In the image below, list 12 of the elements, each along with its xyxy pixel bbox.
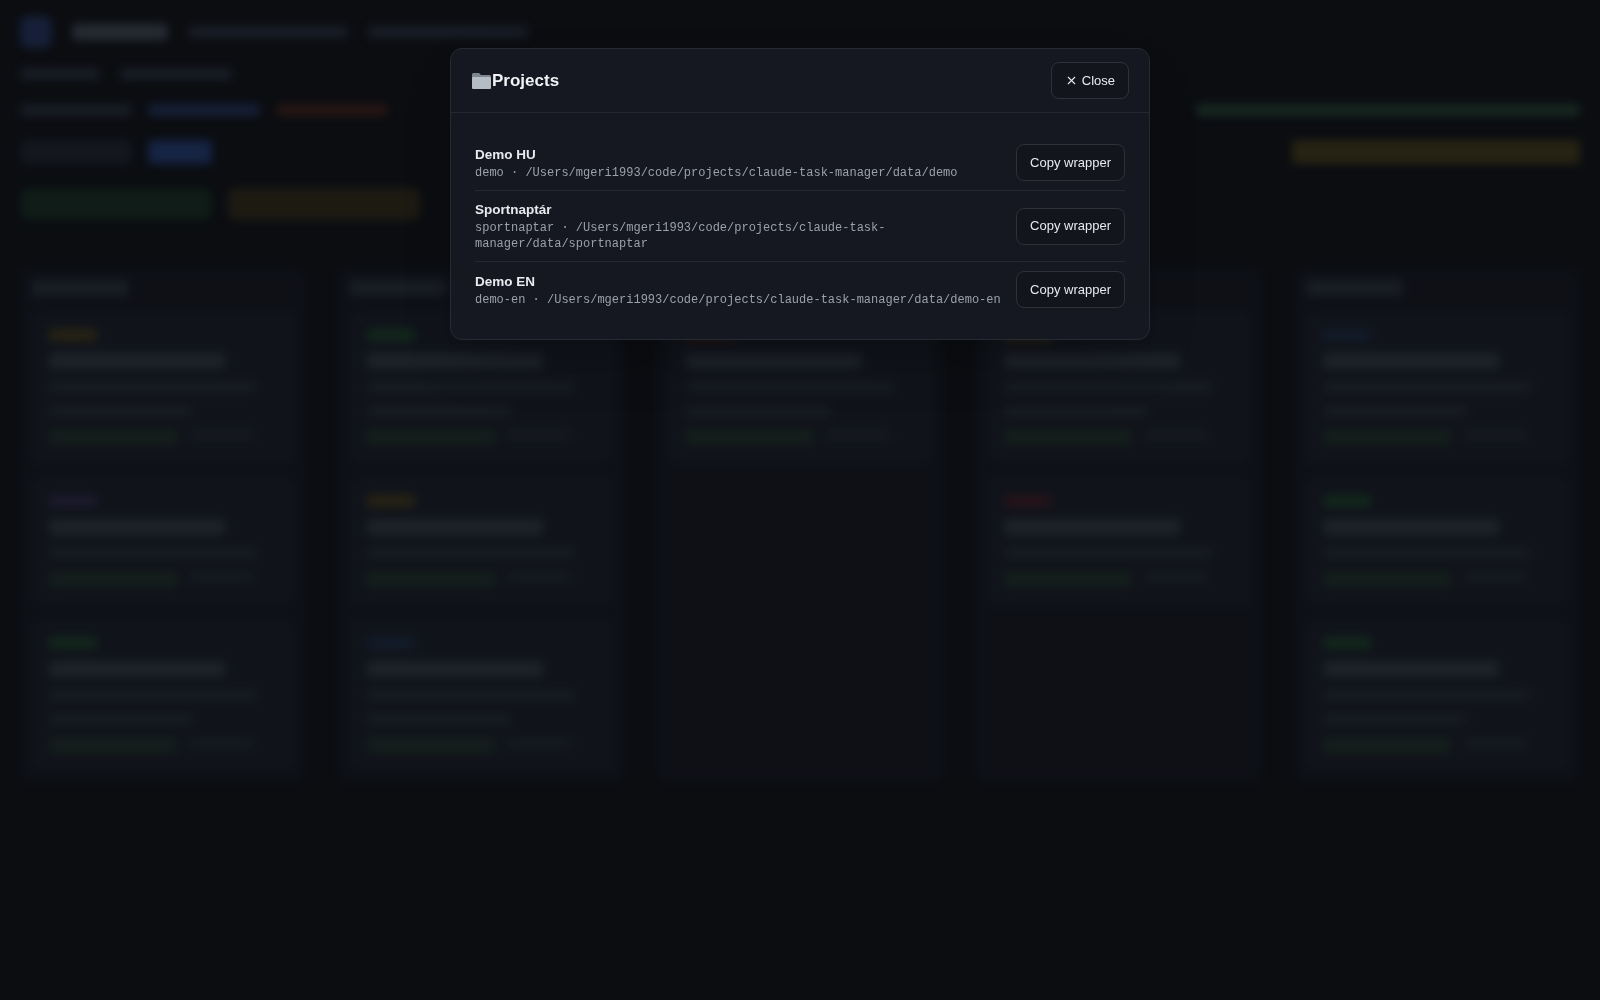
project-path: sportnaptar · /Users/mgeri1993/code/projects/claude-task-manager/data/sportnaptar [475, 220, 887, 252]
copy-wrapper-button[interactable]: Copy wrapper [1016, 144, 1125, 181]
close-button[interactable]: Close [1050, 62, 1129, 99]
copy-wrapper-button[interactable]: Copy wrapper [1016, 271, 1125, 308]
project-name: Demo EN [475, 272, 536, 291]
dialog-title: Projects [492, 69, 560, 92]
project-name: Sportnaptár [475, 201, 553, 219]
project-path: demo · /Users/mgeri1993/code/projects/claude-task-manager/data/demo [475, 164, 959, 181]
project-name: Demo HU [475, 145, 537, 164]
folder-icon [471, 71, 492, 90]
copy-wrapper-button[interactable]: Copy wrapper [1016, 207, 1125, 245]
project-path: demo-en · /Users/mgeri1993/code/projects/claude-task-manager/data/demo-en [475, 291, 1002, 308]
